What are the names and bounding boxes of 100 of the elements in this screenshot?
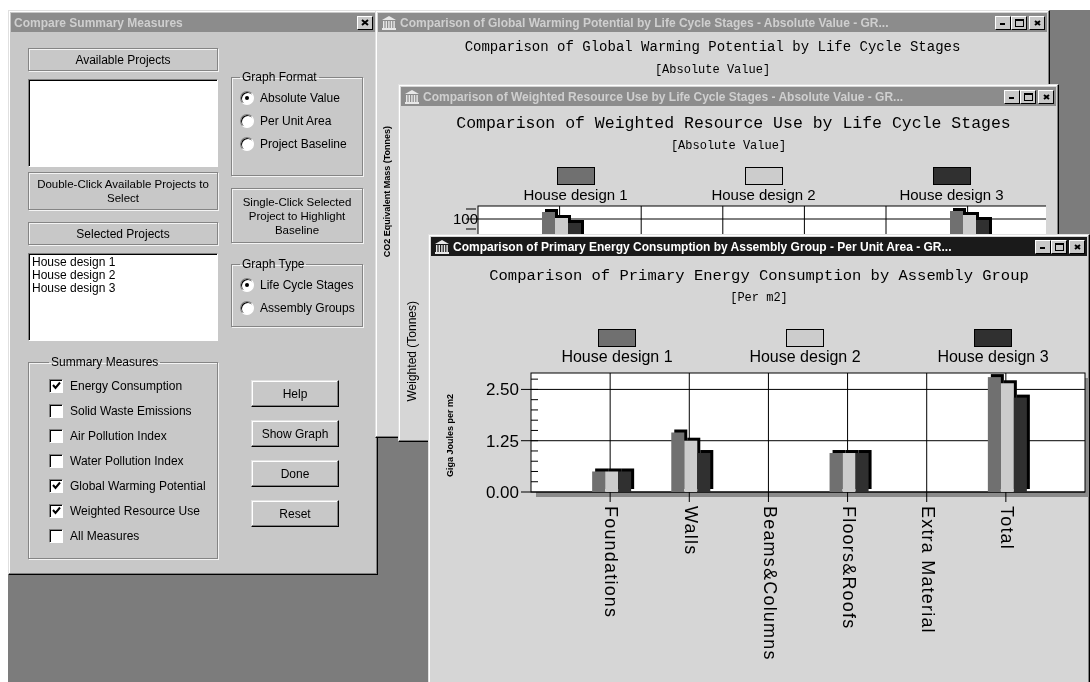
- checkbox[interactable]: [49, 428, 63, 443]
- list-item[interactable]: House design 1: [32, 256, 214, 269]
- chart-subtitle: [Absolute Value]: [669, 139, 788, 153]
- option-label: Air Pollution Index: [70, 428, 167, 443]
- checkbox[interactable]: [49, 453, 63, 468]
- close-button[interactable]: [1029, 15, 1045, 30]
- radio-button[interactable]: [240, 136, 254, 151]
- radio-option[interactable]: Absolute Value: [240, 86, 356, 109]
- radio-button[interactable]: [240, 277, 254, 292]
- radio-option[interactable]: Assembly Groups: [240, 296, 356, 319]
- option-label: Project Baseline: [260, 136, 347, 151]
- option-label: Solid Waste Emissions: [70, 403, 192, 418]
- maximize-icon: [1054, 242, 1064, 251]
- radio-button[interactable]: [240, 113, 254, 128]
- section-label: Selected Projects: [28, 222, 218, 245]
- selected-projects-list[interactable]: House design 1 House design 2 House design 3: [28, 253, 218, 341]
- window-title: Compare Summary Measures: [14, 15, 183, 30]
- group-label: Graph Type: [241, 257, 306, 271]
- list-item[interactable]: House design 3: [32, 282, 214, 295]
- legend-label: House design 2: [749, 348, 861, 366]
- maximize-button[interactable]: [1051, 239, 1067, 254]
- radio-option[interactable]: Project Baseline: [240, 132, 356, 155]
- close-button[interactable]: [1038, 89, 1054, 104]
- minimize-button[interactable]: [1035, 239, 1051, 254]
- radio-option[interactable]: Life Cycle Stages: [240, 273, 356, 296]
- checkbox[interactable]: [49, 503, 63, 518]
- chart-title: Comparison of Primary Energy Consumption by Assembly Group: [488, 267, 1030, 285]
- columns-icon: [381, 14, 397, 31]
- checkbox[interactable]: [49, 403, 63, 418]
- minimize-button[interactable]: [995, 15, 1011, 30]
- maximize-icon: [1014, 18, 1024, 27]
- category-label: Walls: [680, 506, 701, 556]
- checkbox[interactable]: [49, 378, 63, 393]
- group-label: Summary Measures: [50, 355, 160, 369]
- checkbox[interactable]: [49, 528, 63, 543]
- option-label: Absolute Value: [260, 90, 340, 105]
- legend-label: House design 1: [561, 348, 673, 366]
- push-button[interactable]: Help: [251, 380, 339, 407]
- maximize-button[interactable]: [1020, 89, 1036, 104]
- group-label: Graph Format: [241, 70, 318, 84]
- push-button[interactable]: Done: [251, 460, 339, 487]
- category-label: Foundations: [601, 506, 622, 619]
- section-label: Available Projects: [28, 48, 218, 71]
- legend-label: House design 2: [711, 186, 816, 203]
- window-title: Comparison of Primary Energy Consumption by Assembly Group - Per Unit Area - GR...: [453, 239, 952, 254]
- axis-title: Weighted (Tonnes): [405, 300, 419, 402]
- category-label: Total: [997, 506, 1018, 551]
- option-label: Water Pollution Index: [70, 453, 184, 468]
- axis-title: Giga Joules per m2: [445, 394, 455, 478]
- radio-button[interactable]: [240, 300, 254, 315]
- columns-icon: [404, 88, 420, 105]
- checkbox-option[interactable]: Global Warming Potential: [49, 473, 211, 498]
- chart-title: Comparison of Weighted Resource Use by Life Cycle Stages: [455, 114, 1012, 133]
- push-button[interactable]: Show Graph: [251, 420, 339, 447]
- category-label: Floors&Roofs: [838, 506, 859, 630]
- close-icon: [1032, 18, 1042, 27]
- tick-label: 2.50: [485, 380, 519, 400]
- chart-title: Comparison of Global Warming Potential by Life Cycle Stages: [463, 39, 962, 55]
- close-button[interactable]: [1069, 239, 1085, 254]
- option-label: Assembly Groups: [260, 300, 355, 315]
- option-label: All Measures: [70, 528, 140, 543]
- close-icon: [360, 18, 370, 27]
- option-label: Energy Consumption: [70, 378, 183, 393]
- maximize-button[interactable]: [1011, 15, 1027, 30]
- window-title: Comparison of Weighted Resource Use by Life Cycle Stages - Absolute Value - GR...: [423, 89, 904, 104]
- minimize-button[interactable]: [1004, 89, 1020, 104]
- close-icon: [1041, 92, 1051, 101]
- checkbox-option[interactable]: Water Pollution Index: [49, 448, 211, 473]
- push-button[interactable]: Reset: [251, 500, 339, 527]
- close-icon: [1072, 242, 1082, 251]
- list-item[interactable]: House design 2: [32, 269, 214, 282]
- tick-label: 0.00: [485, 483, 519, 502]
- category-label: Extra Material: [917, 506, 938, 634]
- checkbox-option[interactable]: Air Pollution Index: [49, 423, 211, 448]
- radio-button[interactable]: [240, 90, 254, 105]
- option-label: Per Unit Area: [260, 113, 332, 128]
- legend-label: House design 3: [937, 348, 1049, 366]
- option-label: Life Cycle Stages: [260, 277, 354, 292]
- legend-label: House design 3: [899, 186, 1004, 203]
- option-label: Weighted Resource Use: [70, 503, 200, 518]
- chart-subtitle: [Per m2]: [729, 291, 789, 305]
- checkbox-option[interactable]: All Measures: [49, 523, 211, 548]
- hint-text: Single-Click Selected Project to Highlight Baseline: [231, 188, 363, 243]
- hint-text: Double-Click Available Projects to Select: [28, 172, 218, 210]
- columns-icon: [434, 238, 450, 255]
- checkbox[interactable]: [49, 478, 63, 493]
- checkbox-option[interactable]: Solid Waste Emissions: [49, 398, 211, 423]
- option-label: Global Warming Potential: [70, 478, 206, 493]
- radio-option[interactable]: Per Unit Area: [240, 109, 356, 132]
- axis-title: CO2 Equivalent Mass (Tonnes): [382, 126, 392, 258]
- tick-label: 100: [453, 210, 479, 227]
- checkbox-option[interactable]: Weighted Resource Use: [49, 498, 211, 523]
- available-projects-list[interactable]: [28, 79, 218, 167]
- checkbox-option[interactable]: Energy Consumption: [49, 373, 211, 398]
- window-title: Comparison of Global Warming Potential by Life Cycle Stages - Absolute Value - GR...: [400, 15, 889, 30]
- category-label: Beams&Columns: [759, 506, 780, 661]
- close-button[interactable]: [357, 15, 373, 30]
- chart-subtitle: [Absolute Value]: [653, 63, 772, 77]
- maximize-icon: [1023, 92, 1033, 101]
- legend-label: House design 1: [523, 186, 628, 203]
